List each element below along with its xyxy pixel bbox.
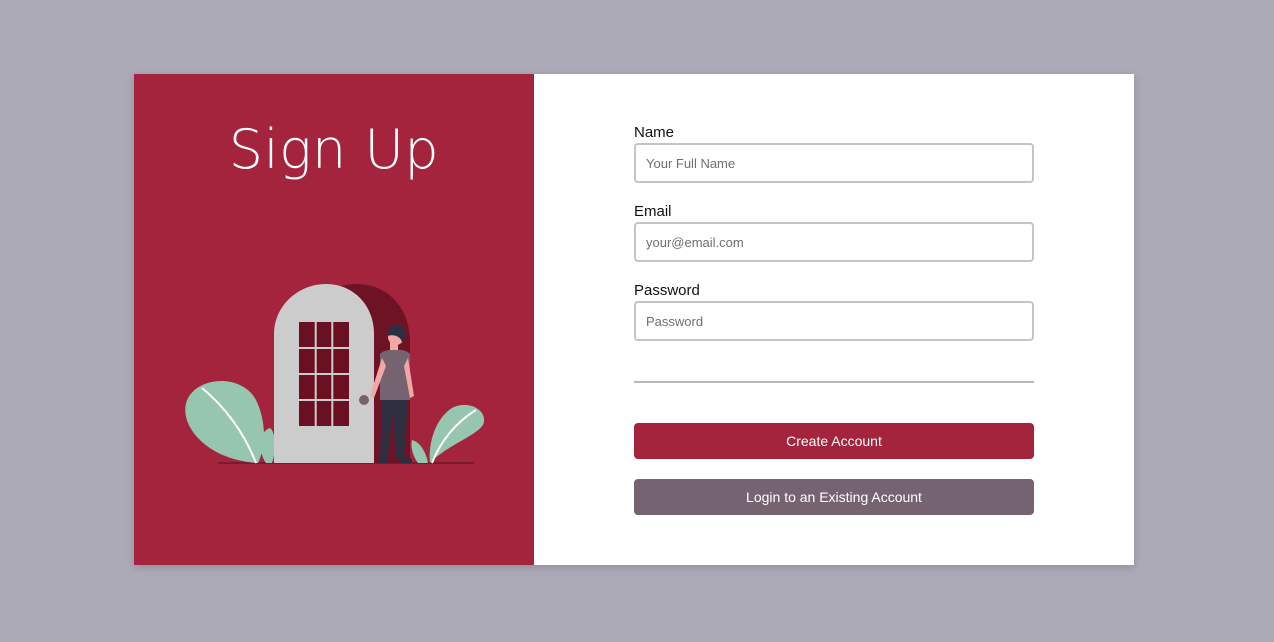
email-field-group: Email: [634, 203, 1034, 262]
login-existing-account-button[interactable]: Login to an Existing Account: [634, 479, 1034, 515]
email-label: Email: [634, 203, 672, 220]
name-label: Name: [634, 124, 675, 141]
person-at-door-illustration: [185, 284, 485, 464]
name-input[interactable]: [634, 143, 1034, 183]
right-panel: Name Email Password Create Account Login…: [534, 74, 1134, 565]
password-field-group: Password: [634, 282, 1034, 341]
name-field-group: Name: [634, 124, 1034, 183]
door-window: [299, 322, 349, 426]
email-input[interactable]: [634, 222, 1034, 262]
door-knob: [359, 395, 369, 405]
left-plant: [185, 381, 275, 464]
signup-card: Sign Up Name Your Full Name Email your@e…: [134, 74, 1134, 565]
left-panel: Sign Up: [134, 74, 534, 565]
password-label: Password: [634, 282, 700, 299]
signup-form: Name Email Password Create Account Login…: [634, 124, 1034, 515]
right-plant: [411, 404, 485, 464]
create-account-button[interactable]: Create Account: [634, 423, 1034, 459]
password-input[interactable]: [634, 301, 1034, 341]
form-divider: [634, 381, 1034, 383]
page-title: Sign Up: [228, 118, 440, 181]
